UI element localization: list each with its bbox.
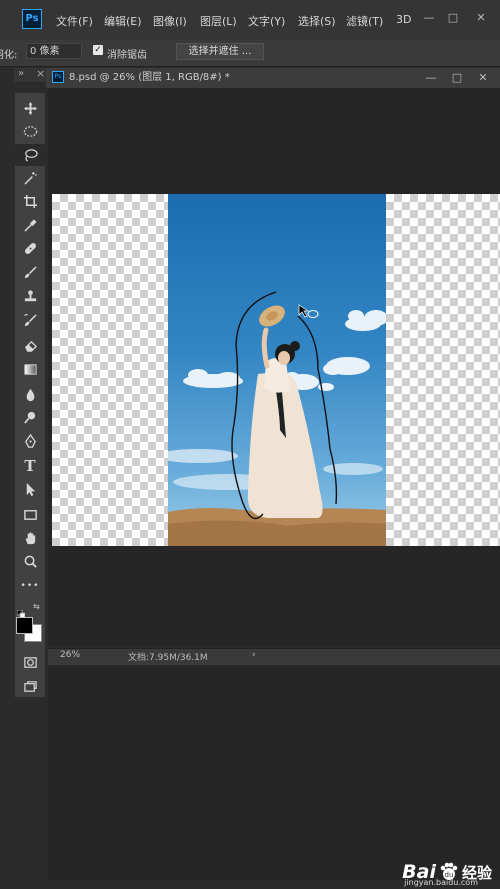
eyedropper-icon [23,218,37,232]
transparent-canvas-right[interactable] [386,194,500,546]
ellipsis-icon: ••• [20,581,40,591]
zoom-icon [24,555,37,568]
lasso-cursor-icon [298,304,319,318]
menu-file[interactable]: 文件(F) [56,13,93,29]
arrow-icon [26,482,35,496]
shape-tool[interactable] [15,503,45,525]
crop-tool[interactable] [15,190,45,212]
bandage-icon [24,242,36,254]
move-tool[interactable] [15,97,45,119]
magic-wand-icon [23,171,37,185]
eraser-icon [24,340,37,352]
menu-layer[interactable]: 图层(L) [200,13,237,29]
dodge-tool[interactable] [15,406,45,428]
crop-icon [23,194,37,208]
ellipse-marquee-icon [23,125,37,137]
pen-tool[interactable] [15,430,45,452]
foreground-color-swatch[interactable] [16,617,33,634]
swap-colors-icon[interactable]: ⇆ [33,602,42,611]
gradient-icon [23,363,37,375]
blur-tool[interactable] [15,383,45,405]
more-tools[interactable]: ••• [15,575,45,597]
minimize-window-button[interactable]: — [418,11,440,25]
marquee-tool[interactable] [15,120,45,142]
select-and-mask-button[interactable]: 选择并遮住 ... [176,43,264,60]
type-icon: T [24,457,36,475]
menu-type[interactable]: 文字(Y) [248,13,285,29]
close-window-button[interactable]: ✕ [470,11,492,25]
feather-label: 羽化: [0,50,18,61]
default-colors-icon[interactable] [16,603,26,619]
screen-mode-icon [23,680,37,692]
toolbar-header: » × [14,67,46,82]
lasso-icon [24,148,38,162]
path-select-tool[interactable] [15,478,45,500]
brush-tool[interactable] [15,261,45,283]
eyedropper-tool[interactable] [15,214,45,236]
zoom-level[interactable]: 26% [60,650,80,660]
gradient-tool[interactable] [15,358,45,380]
lasso-tool[interactable] [15,144,45,166]
antialias-label: 消除锯齿 [107,50,147,61]
document-tab-title: 8.psd @ 26% (图层 1, RGB/8#) * [69,72,230,83]
brush-icon [24,265,37,278]
document-size: 文档:7.95M/36.1M [128,653,208,663]
rectangle-icon [23,509,37,520]
quick-mask-icon [23,656,37,668]
photoshop-logo: Ps [22,9,42,29]
empty-workspace [48,665,500,880]
history-brush-icon [23,313,37,326]
minimize-document-button[interactable]: — [420,71,442,85]
healing-tool[interactable] [15,237,45,259]
menu-filter[interactable]: 滤镜(T) [346,13,383,29]
baidu-jingyan-watermark: Bai du 经验 jingyan.baidu.com [402,861,492,887]
history-brush-tool[interactable] [15,309,45,331]
menu-select[interactable]: 选择(S) [298,13,336,29]
restore-document-button[interactable]: □ [446,71,468,85]
pen-icon [24,433,36,448]
drop-icon [26,388,34,401]
eraser-tool[interactable] [15,334,45,356]
hand-icon [25,531,35,544]
stamp-icon [24,289,36,301]
restore-window-button[interactable]: □ [442,11,464,25]
antialias-checkbox[interactable]: ✓ [93,45,103,55]
stamp-tool[interactable] [15,285,45,307]
transparent-canvas-left[interactable] [52,194,168,546]
photo-scene [168,291,386,546]
watermark-domain: jingyan.baidu.com [404,878,478,887]
menu-3d[interactable]: 3D [396,13,411,26]
collapse-toolbar-icon[interactable]: » [18,68,24,79]
menu-image[interactable]: 图像(I) [153,13,187,29]
screen-mode-button[interactable] [15,675,45,697]
status-menu-arrow-icon[interactable]: › [252,650,256,660]
move-icon [23,101,37,115]
document-image[interactable] [168,194,386,546]
dodge-icon [23,411,35,424]
psd-file-icon: Ps [52,71,64,83]
magic-wand-tool[interactable] [15,167,45,189]
close-toolbar-icon[interactable]: × [36,67,45,80]
feather-input[interactable]: 0 像素 [26,43,82,59]
type-tool[interactable]: T [15,455,45,477]
zoom-tool[interactable] [15,550,45,572]
menu-edit[interactable]: 编辑(E) [104,13,142,29]
quick-mask-button[interactable] [15,651,45,673]
document-tab[interactable]: Ps 8.psd @ 26% (图层 1, RGB/8#) * [48,68,238,88]
hand-tool[interactable] [15,527,45,549]
status-bar [48,648,500,665]
close-document-button[interactable]: ✕ [472,71,494,85]
